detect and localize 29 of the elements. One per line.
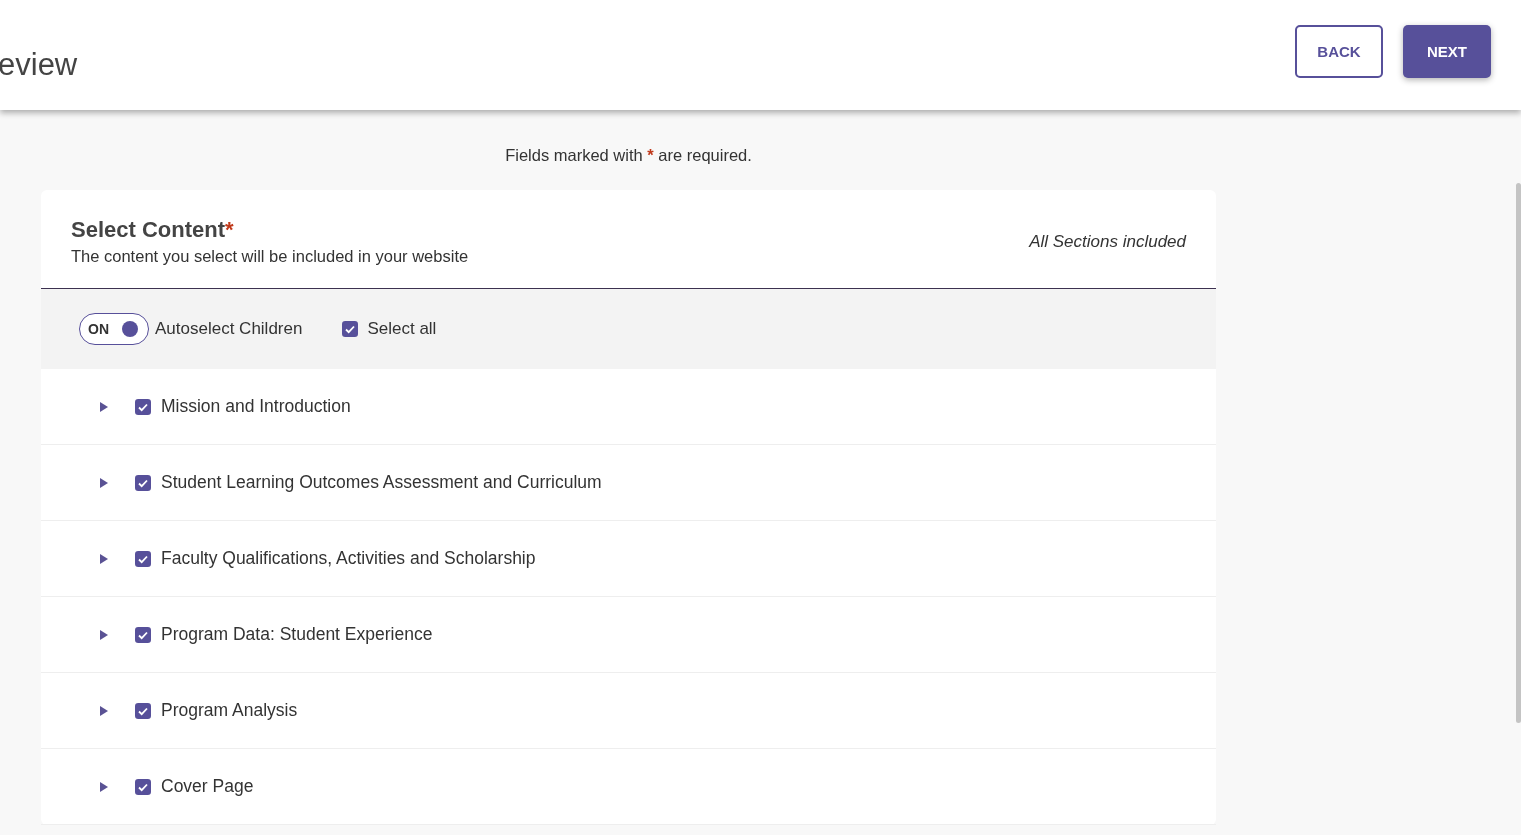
section-label: Cover Page [161,776,254,797]
required-fields-note: Fields marked with * are required. [504,146,753,165]
card-subtitle: The content you select will be included in your website [71,247,469,266]
select-all-label: Select all [367,319,437,339]
expand-caret-icon[interactable] [99,477,109,488]
autoselect-label: Autoselect Children [155,319,303,339]
section-label: Mission and Introduction [161,396,351,417]
section-checkbox[interactable] [135,550,151,567]
section-checkbox[interactable] [135,398,151,415]
section-checkbox[interactable] [135,474,151,491]
section-label: Faculty Qualifications, Activities and Scholarship [161,548,536,569]
expand-caret-icon[interactable] [99,705,109,716]
section-label: Program Analysis [161,700,298,721]
expand-caret-icon[interactable] [99,401,109,412]
section-checkbox[interactable] [135,626,151,643]
section-label: Program Data: Student Experience [161,624,433,645]
expand-caret-icon[interactable] [99,553,109,564]
section-checkbox[interactable] [135,778,151,795]
sections-status: All Sections included [1029,231,1186,252]
page-title: eview [0,47,78,83]
autoselect-switch[interactable]: ON [79,313,149,345]
expand-caret-icon[interactable] [99,629,109,640]
card-title: Select Content* [71,217,235,243]
next-button[interactable]: NEXT [1403,24,1491,78]
back-button[interactable]: BACK [1295,24,1383,78]
expand-caret-icon[interactable] [99,781,109,792]
section-checkbox[interactable] [135,702,151,719]
select-all-checkbox[interactable] [342,321,359,337]
section-label: Student Learning Outcomes Assessment and Curriculum [161,472,602,493]
